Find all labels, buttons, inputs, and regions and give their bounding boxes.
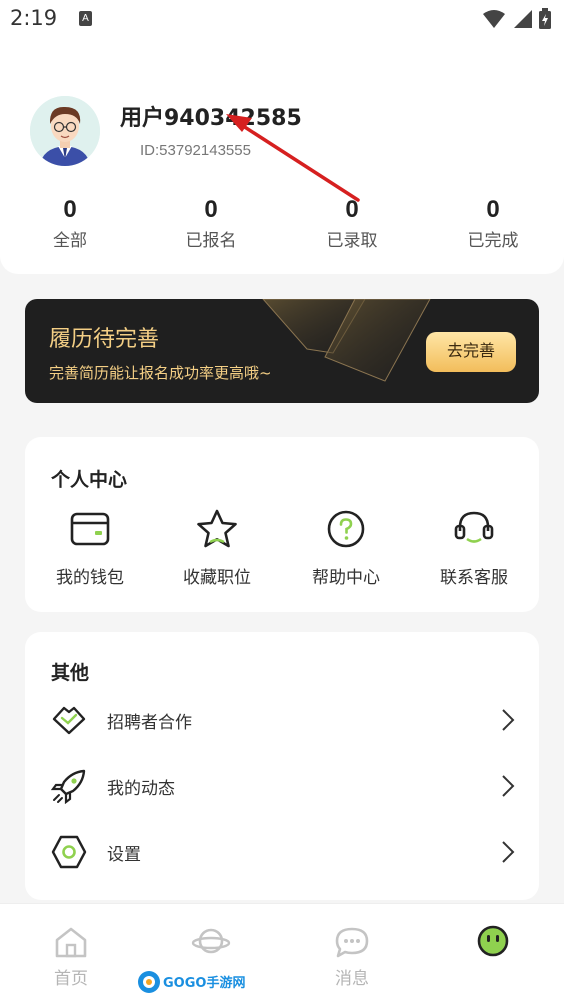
resume-banner[interactable]: 履历待完善 完善简历能让报名成功率更高哦~ 去完善 [25, 299, 539, 403]
chevron-right-icon [502, 775, 515, 797]
recruiter-cooperation-label: 招聘者合作 [107, 713, 192, 733]
nav-home-label: 首页 [54, 969, 88, 989]
nav-mine[interactable] [453, 924, 533, 964]
my-activity-label: 我的动态 [107, 779, 175, 799]
status-icons [482, 8, 552, 30]
avatar[interactable] [30, 96, 100, 166]
settings-label: 设置 [107, 845, 141, 865]
home-icon [55, 927, 87, 958]
nav-messages-label: 消息 [335, 969, 369, 989]
planet-icon [191, 928, 231, 954]
complete-resume-button[interactable]: 去完善 [426, 332, 516, 372]
resume-subtitle: 完善简历能让报名成功率更高哦~ [49, 364, 272, 382]
stat-label: 已完成 [467, 231, 519, 251]
saved-jobs-label: 收藏职位 [183, 568, 251, 588]
username: 用户940342585 [120, 106, 302, 131]
resume-title: 履历待完善 [49, 327, 160, 352]
wallet-label: 我的钱包 [56, 568, 124, 588]
watermark-logo: GOGO手游网 [138, 971, 245, 993]
help-center-label: 帮助中心 [312, 568, 380, 588]
recruiter-cooperation-row[interactable]: 招聘者合作 [25, 694, 539, 746]
user-id: ID:53792143555 [140, 142, 251, 159]
stat-all[interactable]: 0 全部 [20, 196, 120, 251]
personal-center-title: 个人中心 [51, 469, 128, 491]
chat-icon [335, 927, 369, 958]
headset-icon [454, 511, 494, 543]
smiley-icon [477, 925, 509, 957]
stat-registered[interactable]: 0 已报名 [161, 196, 261, 251]
battery-icon [539, 8, 551, 29]
notification-badge-icon: A [79, 11, 92, 26]
nav-messages[interactable]: 消息 [312, 926, 392, 989]
stat-value: 0 [63, 196, 77, 223]
profile-card: 用户940342585 ID:53792143555 0 全部 0 已报名 0 … [0, 38, 564, 274]
settings-row[interactable]: 设置 [25, 826, 539, 878]
stat-label: 已录取 [326, 231, 378, 251]
stat-label: 已报名 [185, 231, 237, 251]
stat-completed[interactable]: 0 已完成 [443, 196, 543, 251]
status-time: 2:19 [10, 6, 58, 30]
wallet-icon [70, 512, 110, 546]
chevron-right-icon [502, 841, 515, 863]
wifi-icon [482, 10, 505, 28]
chevron-right-icon [502, 709, 515, 731]
stats-row: 0 全部 0 已报名 0 已录取 0 已完成 [0, 196, 564, 256]
avatar-image [30, 96, 100, 166]
my-activity-row[interactable]: 我的动态 [25, 760, 539, 812]
rocket-icon [51, 769, 86, 804]
stat-value: 0 [486, 196, 500, 223]
stat-value: 0 [345, 196, 359, 223]
nav-discover[interactable] [171, 926, 251, 964]
personal-center-card: 个人中心 我的钱包 收藏职位 帮助中心 联系客服 [25, 437, 539, 612]
bottom-nav: 首页 消息 [0, 903, 564, 1004]
settings-icon [51, 835, 87, 869]
help-icon [327, 510, 365, 548]
watermark-text: GOGO手游网 [163, 975, 245, 991]
customer-service-label: 联系客服 [440, 568, 508, 588]
wallet-button[interactable]: 我的钱包 [35, 507, 145, 588]
handshake-icon [52, 706, 86, 735]
star-icon [197, 509, 237, 548]
customer-service-button[interactable]: 联系客服 [419, 507, 529, 588]
stat-value: 0 [204, 196, 218, 223]
other-card: 其他 招聘者合作 我的动态 设置 [25, 632, 539, 900]
help-center-button[interactable]: 帮助中心 [291, 507, 401, 588]
status-bar: 2:19 A [0, 0, 564, 38]
saved-jobs-button[interactable]: 收藏职位 [162, 507, 272, 588]
stat-label: 全部 [53, 231, 87, 251]
stat-hired[interactable]: 0 已录取 [302, 196, 402, 251]
nav-home[interactable]: 首页 [31, 926, 111, 989]
signal-icon [513, 10, 532, 28]
other-title: 其他 [51, 662, 90, 684]
